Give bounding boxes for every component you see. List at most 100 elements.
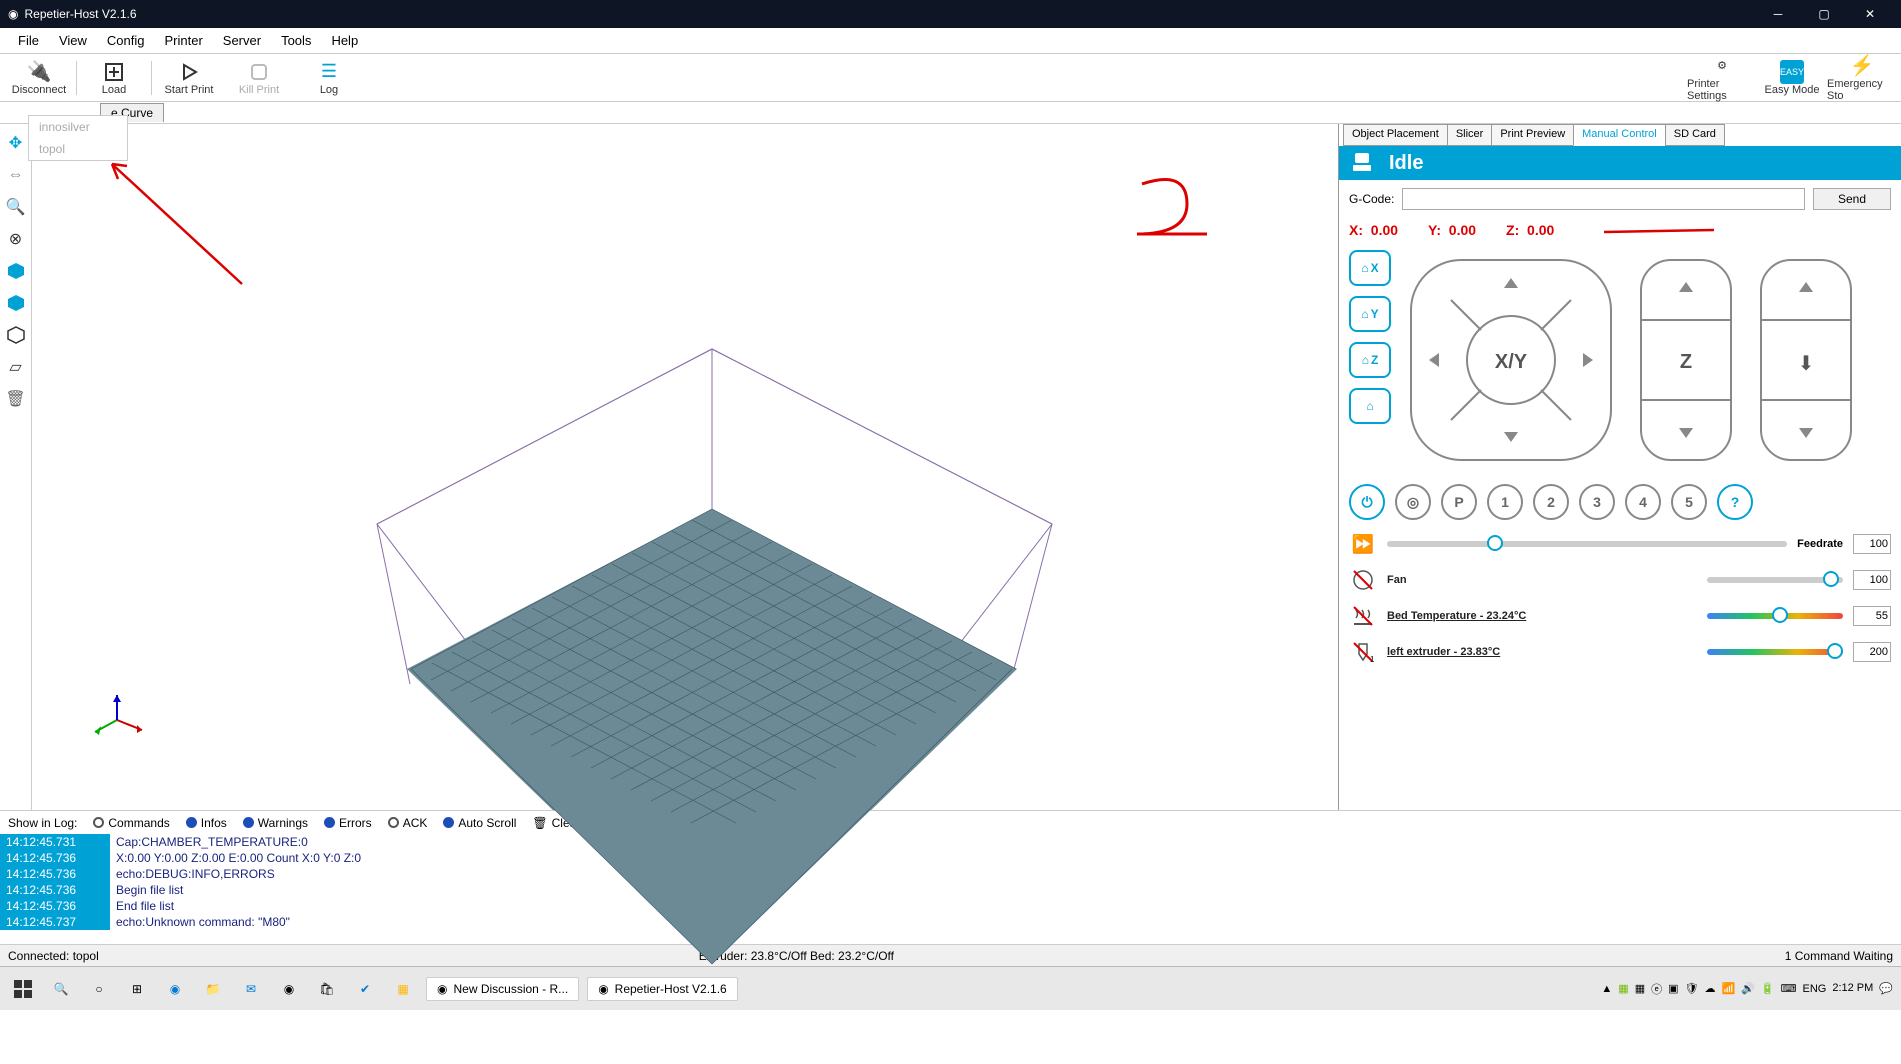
taskbar-chrome[interactable]: ◉New Discussion - R... bbox=[426, 977, 579, 1001]
motor-button[interactable]: ◎ bbox=[1395, 484, 1431, 520]
home-x-button[interactable]: ⌂X bbox=[1349, 250, 1391, 286]
language-indicator[interactable]: ENG bbox=[1802, 983, 1826, 995]
printer-settings-button[interactable]: ⚙ Printer Settings bbox=[1687, 54, 1757, 102]
easy-mode-button[interactable]: EASY Easy Mode bbox=[1757, 54, 1827, 102]
printer-dropdown[interactable]: innosilver topol bbox=[28, 115, 128, 161]
feedrate-value[interactable] bbox=[1853, 534, 1891, 554]
menu-printer[interactable]: Printer bbox=[154, 30, 212, 51]
custom-2-button[interactable]: 2 bbox=[1533, 484, 1569, 520]
tray-icon[interactable]: ⓔ bbox=[1651, 981, 1662, 997]
log-button[interactable]: ☰ Log bbox=[294, 54, 364, 102]
log-commands-toggle[interactable]: Commands bbox=[93, 816, 169, 830]
log-infos-toggle[interactable]: Infos bbox=[186, 816, 227, 830]
battery-icon[interactable]: 🔋 bbox=[1761, 982, 1775, 995]
tray-icon[interactable]: ▣ bbox=[1668, 982, 1678, 995]
cube-tool-3[interactable] bbox=[2, 320, 30, 350]
tray-icon[interactable]: ▲ bbox=[1601, 983, 1612, 995]
taskbar-repetier[interactable]: ◉Repetier-Host V2.1.6 bbox=[587, 977, 738, 1001]
cube-tool-2[interactable] bbox=[2, 288, 30, 318]
app-icon-1[interactable]: ◉ bbox=[274, 974, 304, 1004]
menu-tools[interactable]: Tools bbox=[271, 30, 321, 51]
speed-icon: ⏩ bbox=[1349, 530, 1377, 558]
disconnect-label: Disconnect bbox=[12, 84, 66, 96]
custom-1-button[interactable]: 1 bbox=[1487, 484, 1523, 520]
send-button[interactable]: Send bbox=[1813, 188, 1891, 210]
menu-server[interactable]: Server bbox=[213, 30, 271, 51]
easy-icon: EASY bbox=[1780, 60, 1804, 84]
menu-file[interactable]: File bbox=[8, 30, 49, 51]
menu-config[interactable]: Config bbox=[97, 30, 155, 51]
custom-3-button[interactable]: 3 bbox=[1579, 484, 1615, 520]
z-jog-pad[interactable]: Z bbox=[1631, 250, 1741, 470]
help-button[interactable]: ? bbox=[1717, 484, 1753, 520]
viewport-tools: ✥ ⇔ 🔍 ⊗ ▱ 🗑 bbox=[0, 124, 32, 810]
dropdown-item-topol[interactable]: topol bbox=[29, 138, 127, 160]
menu-view[interactable]: View bbox=[49, 30, 97, 51]
xy-jog-pad[interactable]: X/Y bbox=[1401, 250, 1621, 470]
extruder-temp-value[interactable] bbox=[1853, 642, 1891, 662]
tab-slicer[interactable]: Slicer bbox=[1447, 124, 1493, 146]
app-icon-3[interactable]: ▦ bbox=[388, 974, 418, 1004]
store-icon[interactable]: 🛍 bbox=[312, 974, 342, 1004]
bed-temp-slider[interactable] bbox=[1707, 613, 1843, 619]
home-y-button[interactable]: ⌂Y bbox=[1349, 296, 1391, 332]
gcode-input[interactable] bbox=[1402, 188, 1805, 210]
explorer-icon[interactable]: 📁 bbox=[198, 974, 228, 1004]
fan-value[interactable] bbox=[1853, 570, 1891, 590]
extruder-temp-slider[interactable] bbox=[1707, 649, 1843, 655]
fan-label: Fan bbox=[1387, 574, 1697, 586]
park-button[interactable]: P bbox=[1441, 484, 1477, 520]
tray-icon[interactable]: ▦ bbox=[1635, 982, 1645, 995]
load-button[interactable]: Load bbox=[79, 54, 149, 102]
cube-tool-1[interactable] bbox=[2, 256, 30, 286]
mail-icon[interactable]: ✉ bbox=[236, 974, 266, 1004]
custom-5-button[interactable]: 5 bbox=[1671, 484, 1707, 520]
extruder-jog-pad[interactable]: ⬇ bbox=[1751, 250, 1861, 470]
power-button[interactable]: ⏻ bbox=[1349, 484, 1385, 520]
move-tool[interactable]: ✥ bbox=[2, 128, 30, 158]
start-print-button[interactable]: Start Print bbox=[154, 54, 224, 102]
cortana-button[interactable]: ○ bbox=[84, 974, 114, 1004]
volume-icon[interactable]: 🔊 bbox=[1741, 982, 1755, 995]
taskview-button[interactable]: ⊞ bbox=[122, 974, 152, 1004]
bed-temp-value[interactable] bbox=[1853, 606, 1891, 626]
reset-view-tool[interactable]: ⊗ bbox=[2, 224, 30, 254]
zoom-tool[interactable]: 🔍 bbox=[2, 192, 30, 222]
minimize-button[interactable]: ─ bbox=[1755, 0, 1801, 28]
delete-tool[interactable]: 🗑 bbox=[2, 384, 30, 414]
annotation-underline bbox=[1604, 222, 1724, 236]
tab-sd-card[interactable]: SD Card bbox=[1665, 124, 1725, 146]
custom-4-button[interactable]: 4 bbox=[1625, 484, 1661, 520]
easy-mode-label: Easy Mode bbox=[1764, 84, 1819, 96]
log-warnings-toggle[interactable]: Warnings bbox=[243, 816, 308, 830]
tab-print-preview[interactable]: Print Preview bbox=[1491, 124, 1574, 146]
tray-icon[interactable]: 🛡 bbox=[1685, 982, 1699, 995]
home-z-button[interactable]: ⌂Z bbox=[1349, 342, 1391, 378]
feedrate-slider[interactable] bbox=[1387, 541, 1787, 547]
emergency-stop-button[interactable]: ⚡ Emergency Sto bbox=[1827, 54, 1897, 102]
tab-object-placement[interactable]: Object Placement bbox=[1343, 124, 1448, 146]
pan-tool[interactable]: ⇔ bbox=[2, 160, 30, 190]
parallel-tool[interactable]: ▱ bbox=[2, 352, 30, 382]
app-icon-2[interactable]: ✔ bbox=[350, 974, 380, 1004]
tab-manual-control[interactable]: Manual Control bbox=[1573, 124, 1666, 146]
dropdown-item-innosilver[interactable]: innosilver bbox=[29, 116, 127, 138]
viewport-3d[interactable] bbox=[32, 124, 1339, 810]
wifi-icon[interactable]: 📶 bbox=[1721, 982, 1735, 995]
maximize-button[interactable]: ▢ bbox=[1801, 0, 1847, 28]
tray-icon[interactable]: ▦ bbox=[1618, 982, 1628, 995]
start-button[interactable] bbox=[8, 974, 38, 1004]
tray-icon[interactable]: ☁ bbox=[1704, 982, 1715, 995]
home-all-button[interactable]: ⌂ bbox=[1349, 388, 1391, 424]
clock[interactable]: 2:12 PM bbox=[1832, 982, 1873, 994]
menu-help[interactable]: Help bbox=[321, 30, 368, 51]
keyboard-icon[interactable]: ⌨ bbox=[1781, 982, 1797, 995]
disconnect-button[interactable]: 🔌 Disconnect bbox=[4, 54, 74, 102]
search-button[interactable]: 🔍 bbox=[46, 974, 76, 1004]
close-button[interactable]: ✕ bbox=[1847, 0, 1893, 28]
plug-icon: 🔌 bbox=[27, 60, 51, 84]
edge-icon[interactable]: ◉ bbox=[160, 974, 190, 1004]
log-errors-toggle[interactable]: Errors bbox=[324, 816, 372, 830]
notifications-icon[interactable]: 💬 bbox=[1879, 982, 1893, 995]
fan-slider[interactable] bbox=[1707, 577, 1843, 583]
